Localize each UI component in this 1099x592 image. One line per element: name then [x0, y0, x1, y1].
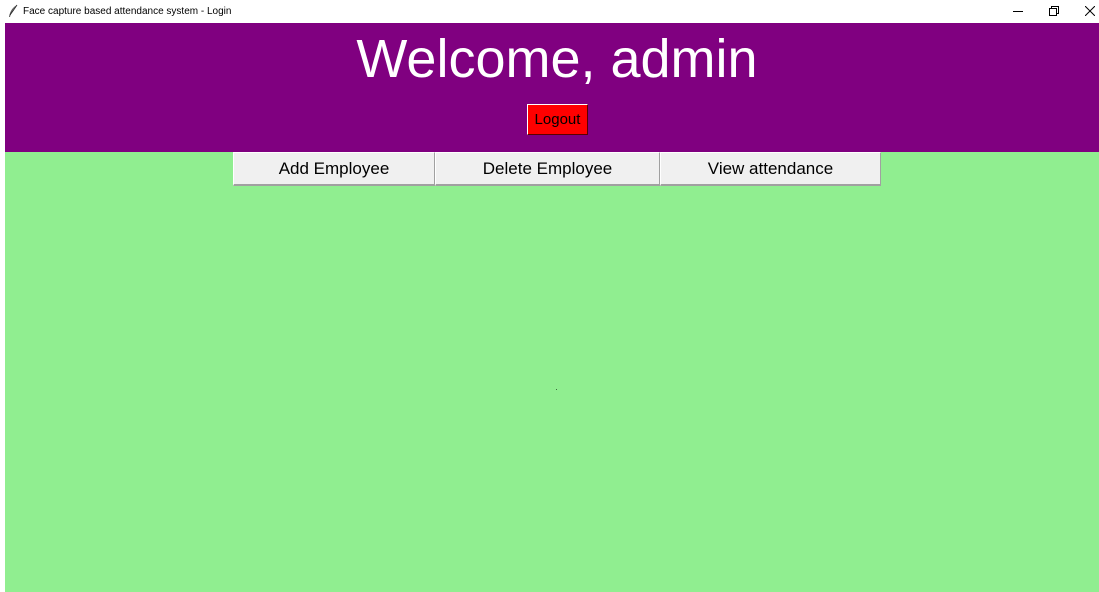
close-button[interactable]: [1071, 0, 1099, 23]
title-bar[interactable]: Face capture based attendance system - L…: [0, 0, 1099, 23]
welcome-heading: Welcome, admin: [356, 29, 758, 89]
restore-icon: [1048, 3, 1059, 21]
main-content: Welcome, admin Logout Add Employee Delet…: [5, 23, 1099, 592]
logout-button[interactable]: Logout: [527, 104, 588, 135]
empty-frame-marker: [556, 389, 557, 390]
add-employee-button[interactable]: Add Employee: [233, 152, 435, 186]
delete-employee-button[interactable]: Delete Employee: [435, 152, 660, 186]
close-icon: [1084, 3, 1095, 21]
view-attendance-button[interactable]: View attendance: [660, 152, 881, 186]
window-title: Face capture based attendance system - L…: [23, 6, 232, 17]
header-panel: Welcome, admin Logout: [5, 23, 1099, 152]
feather-icon: [7, 4, 19, 18]
restore-button[interactable]: [1035, 0, 1072, 23]
minimize-button[interactable]: [999, 0, 1036, 23]
minimize-icon: [1012, 3, 1023, 21]
